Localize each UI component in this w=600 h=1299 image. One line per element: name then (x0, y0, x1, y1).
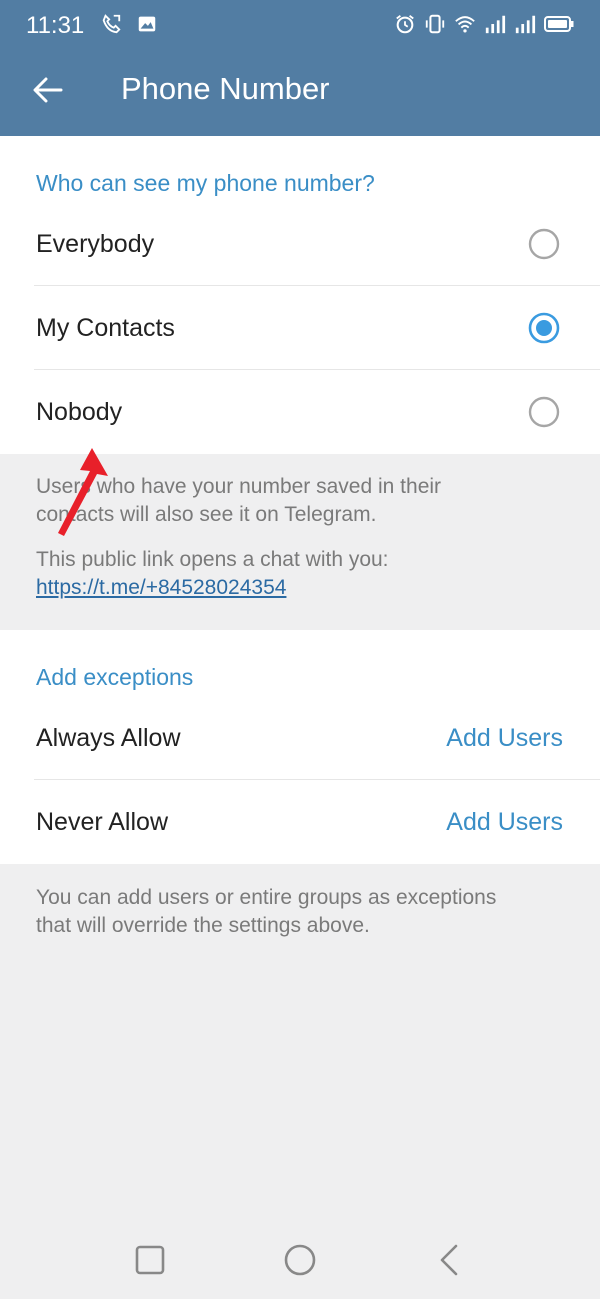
option-my-contacts-label: My Contacts (36, 314, 175, 342)
never-allow-row[interactable]: Never Allow Add Users (0, 780, 600, 864)
recent-apps-icon[interactable] (130, 1240, 170, 1280)
image-icon (138, 16, 156, 32)
option-everybody-label: Everybody (36, 230, 155, 258)
back-arrow-icon (33, 77, 63, 103)
exceptions-info-line2: that will override the settings above. (36, 914, 370, 937)
visibility-info-line1: Users who have your number saved in thei… (36, 475, 442, 498)
radio-unselected-icon[interactable] (528, 228, 560, 260)
annotation-arrow-icon (58, 448, 108, 536)
vibrate-icon (425, 14, 445, 34)
nav-back-icon[interactable] (430, 1240, 470, 1280)
visibility-section-header: Who can see my phone number? (36, 170, 375, 196)
radio-selected-icon[interactable] (528, 312, 560, 344)
status-left-icons (100, 12, 158, 36)
public-link-intro: This public link opens a chat with you: (36, 548, 389, 571)
toolbar: Phone Number (0, 50, 600, 136)
exceptions-section: Add exceptions Always Allow Add Users Ne… (0, 630, 600, 864)
status-bar: 11:31 (0, 0, 600, 50)
never-allow-add-users-button[interactable]: Add Users (446, 806, 563, 838)
radio-unselected-icon[interactable] (528, 396, 560, 428)
always-allow-add-users-button[interactable]: Add Users (446, 722, 563, 754)
visibility-section: Who can see my phone number? Everybody M… (0, 136, 600, 454)
option-my-contacts[interactable]: My Contacts (0, 286, 600, 370)
battery-icon (544, 16, 574, 32)
back-button[interactable] (26, 70, 70, 110)
public-link[interactable]: https://t.me/+84528024354 (36, 574, 286, 602)
navigation-bar (0, 1222, 600, 1299)
status-time: 11:31 (26, 12, 85, 39)
status-right-icons (394, 12, 574, 36)
signal-icon (515, 15, 536, 34)
exceptions-section-header: Add exceptions (36, 664, 194, 690)
call-forward-icon (102, 14, 121, 34)
signal-icon (485, 15, 506, 34)
page-title: Phone Number (121, 71, 330, 106)
never-allow-label: Never Allow (36, 808, 168, 836)
wifi-icon (455, 16, 475, 33)
app-header: 11:31 Phone Number (0, 0, 600, 136)
always-allow-label: Always Allow (36, 724, 181, 752)
exceptions-info-line1: You can add users or entire groups as ex… (36, 886, 497, 909)
visibility-info-line2: contacts will also see it on Telegram. (36, 503, 377, 526)
option-everybody[interactable]: Everybody (0, 202, 600, 286)
always-allow-row[interactable]: Always Allow Add Users (0, 696, 600, 780)
alarm-icon (396, 15, 414, 34)
home-icon[interactable] (280, 1240, 320, 1280)
option-nobody-label: Nobody (36, 398, 123, 426)
